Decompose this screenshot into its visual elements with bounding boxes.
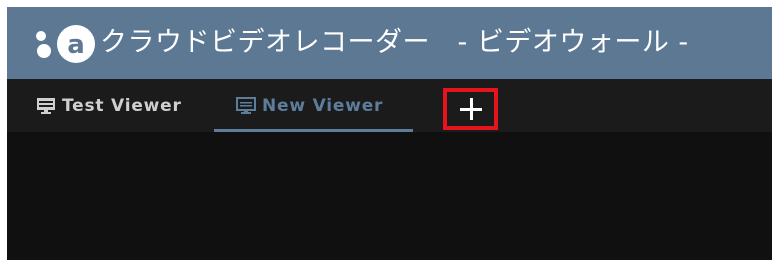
tab-bar: Test Viewer New Viewer [7,79,772,132]
svg-text:a: a [67,30,85,60]
plus-icon [459,98,482,120]
tab-label: New Viewer [262,95,384,116]
monitor-icon [37,97,55,114]
app-logo-icon: a [36,25,95,63]
video-wall-area [7,132,772,260]
title-bar: a クラウドビデオレコーダー - ビデオウォール - [7,7,772,79]
tab-label: Test Viewer [62,95,182,116]
app-window: a クラウドビデオレコーダー - ビデオウォール - Test Viewer N… [7,7,772,260]
monitor-icon [236,96,256,114]
app-title: クラウドビデオレコーダー - ビデオウォール - [100,27,689,58]
tab-test-viewer[interactable]: Test Viewer [36,79,182,132]
tab-new-viewer[interactable]: New Viewer [214,79,413,132]
add-tab-button[interactable] [443,88,498,130]
